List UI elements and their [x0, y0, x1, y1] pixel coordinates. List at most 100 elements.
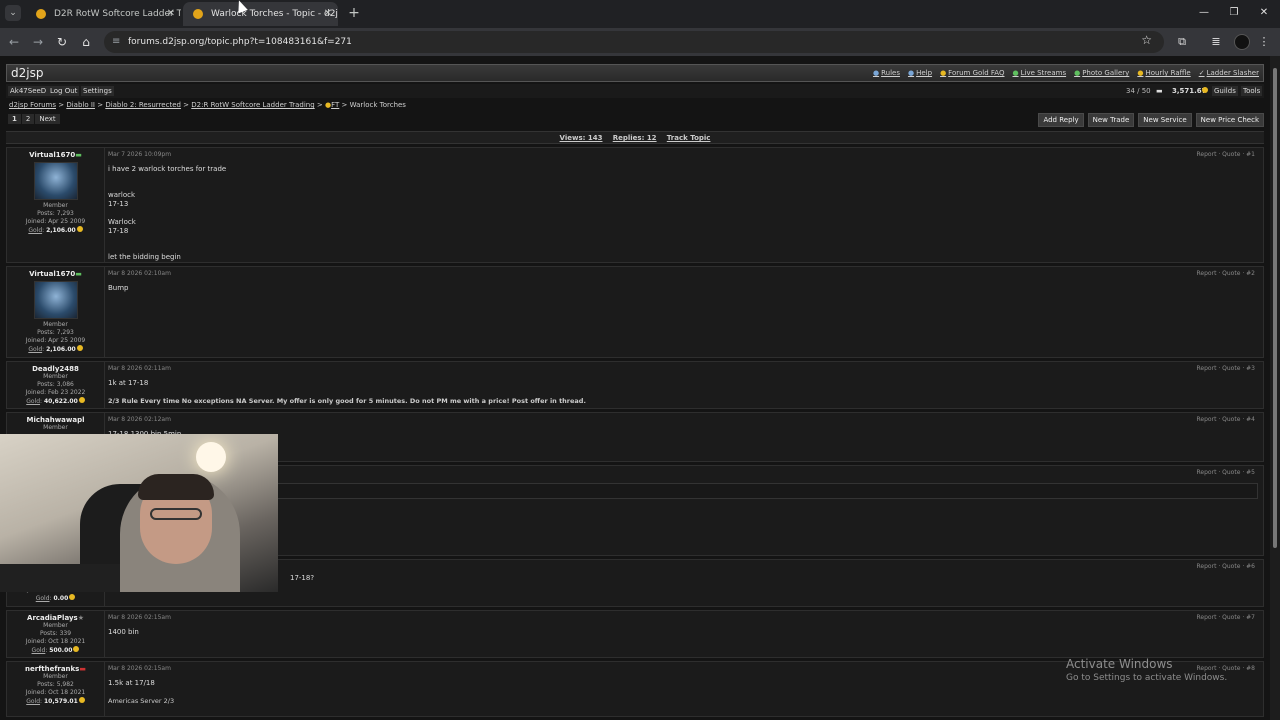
new-price-check-button[interactable]: New Price Check	[1195, 113, 1264, 127]
glasses	[150, 508, 202, 520]
username[interactable]: Deadly2488	[7, 365, 104, 373]
tools-link[interactable]: Tools	[1241, 86, 1263, 96]
menu-icon[interactable]: ⋮	[1256, 34, 1272, 50]
post-number[interactable]: #3	[1246, 365, 1255, 372]
gold-label[interactable]: Gold	[32, 647, 46, 654]
new-trade-button[interactable]: New Trade	[1087, 113, 1135, 127]
tab-warlock-torches[interactable]: Warlock Torches - Topic - d2jsp ✕	[183, 2, 338, 26]
post-date: Mar 8 2026 02:12am	[108, 416, 171, 423]
quote-link[interactable]: Quote	[1222, 270, 1240, 277]
scrollbar-thumb[interactable]	[1273, 68, 1277, 548]
user-panel: nerfthefranks▬ Member Posts: 5,982 Joine…	[7, 662, 105, 716]
post-controls: Report · Quote · #3	[1196, 365, 1255, 372]
streamer-headset	[138, 474, 214, 500]
photo-gallery-link[interactable]: ● Photo Gallery	[1074, 69, 1129, 77]
ladder-slasher-link[interactable]: ✓ Ladder Slasher	[1199, 69, 1259, 77]
breadcrumb-ft[interactable]: FT	[331, 101, 339, 109]
report-link[interactable]: Report	[1197, 614, 1217, 621]
reload-icon[interactable]: ↻	[54, 34, 70, 50]
username-link[interactable]: Ak47SeeD	[8, 86, 49, 96]
close-tab-icon[interactable]: ✕	[324, 2, 332, 26]
post-number[interactable]: #8	[1246, 665, 1255, 672]
username[interactable]: ArcadiaPlays★	[7, 614, 104, 622]
post-number[interactable]: #1	[1246, 151, 1255, 158]
gold-coin-icon	[1201, 87, 1208, 95]
watermark-title: Activate Windows	[1066, 657, 1173, 671]
member-badge-icon: ▬	[79, 665, 86, 673]
username[interactable]: Virtual1670▬	[7, 270, 104, 278]
forward-icon[interactable]: →	[30, 34, 46, 50]
pm-count[interactable]: 34 / 50	[1126, 87, 1151, 95]
back-icon[interactable]: ←	[6, 34, 22, 50]
gold-label[interactable]: Gold	[26, 698, 40, 705]
new-service-button[interactable]: New Service	[1138, 113, 1192, 127]
report-link[interactable]: Report	[1197, 151, 1217, 158]
user-bar: Ak47SeeD Log Out Settings 34 / 50 ▬ 3,57…	[6, 84, 1264, 98]
close-window-button[interactable]: ✕	[1250, 5, 1278, 21]
help-link[interactable]: ● Help	[908, 69, 932, 77]
page-next[interactable]: Next	[35, 114, 60, 124]
rules-link[interactable]: ● Rules	[873, 69, 900, 77]
gold-label[interactable]: Gold	[36, 595, 50, 602]
user-gold: 2,106.00	[46, 227, 76, 234]
url-text[interactable]: forums.d2jsp.org/topic.php?t=108483161&f…	[128, 31, 352, 53]
post-number[interactable]: #7	[1246, 614, 1255, 621]
report-link[interactable]: Report	[1197, 270, 1217, 277]
home-icon[interactable]: ⌂	[78, 34, 94, 50]
guilds-link[interactable]: Guilds	[1212, 86, 1238, 96]
logout-link[interactable]: Log Out	[48, 86, 80, 96]
breadcrumb-trading[interactable]: D2:R RotW Softcore Ladder Trading	[191, 101, 314, 109]
quote-link[interactable]: Quote	[1222, 563, 1240, 570]
page-scrollbar[interactable]	[1270, 56, 1280, 720]
username[interactable]: nerfthefranks▬	[7, 665, 104, 673]
quote-link[interactable]: Quote	[1222, 614, 1240, 621]
address-bar[interactable]: ≡ forums.d2jsp.org/topic.php?t=108483161…	[104, 31, 1164, 53]
mail-icon[interactable]: ▬	[1156, 87, 1163, 95]
site-logo[interactable]: d2jsp	[11, 66, 43, 80]
report-link[interactable]: Report	[1197, 563, 1217, 570]
breadcrumb-d2r[interactable]: Diablo 2: Resurrected	[105, 101, 181, 109]
quote-link[interactable]: Quote	[1222, 416, 1240, 423]
media-controls-icon[interactable]: ≣	[1208, 34, 1224, 50]
tab-trading[interactable]: D2R RotW Softcore Ladder Tra ✕	[26, 2, 181, 26]
minimize-button[interactable]: —	[1190, 5, 1218, 21]
settings-link[interactable]: Settings	[81, 86, 114, 96]
post-number[interactable]: #6	[1246, 563, 1255, 570]
maximize-button[interactable]: ❐	[1220, 5, 1248, 21]
close-tab-icon[interactable]: ✕	[167, 2, 175, 26]
track-topic-link[interactable]: Track Topic	[667, 134, 711, 142]
page-1[interactable]: 1	[8, 114, 21, 124]
site-header: d2jsp ● Rules ● Help ● Forum Gold FAQ ● Live…	[6, 64, 1264, 82]
bookmark-star-icon[interactable]: ☆	[1141, 33, 1152, 47]
new-tab-button[interactable]: +	[346, 4, 362, 22]
post-number[interactable]: #4	[1246, 416, 1255, 423]
breadcrumb-diablo2[interactable]: Diablo II	[66, 101, 95, 109]
report-link[interactable]: Report	[1197, 416, 1217, 423]
post-number[interactable]: #2	[1246, 270, 1255, 277]
profile-avatar[interactable]	[1234, 34, 1250, 50]
breadcrumb-forums[interactable]: d2jsp Forums	[9, 101, 56, 109]
quote-link[interactable]: Quote	[1222, 365, 1240, 372]
report-link[interactable]: Report	[1197, 365, 1217, 372]
forum-gold-faq-link[interactable]: ● Forum Gold FAQ	[940, 69, 1004, 77]
hourly-raffle-link[interactable]: ● Hourly Raffle	[1137, 69, 1190, 77]
username[interactable]: Virtual1670▬	[7, 151, 104, 159]
gold-label[interactable]: Gold	[26, 398, 40, 405]
tab-list-button[interactable]: ⌄	[5, 5, 21, 21]
post-controls: Report · Quote · #5	[1196, 469, 1255, 476]
gold-label[interactable]: Gold	[28, 346, 42, 353]
live-streams-link[interactable]: ● Live Streams	[1012, 69, 1066, 77]
gold-label[interactable]: Gold	[28, 227, 42, 234]
site-info-icon[interactable]: ≡	[112, 35, 126, 49]
extensions-icon[interactable]: ⧉	[1174, 34, 1190, 50]
member-badge-icon: ▬	[75, 270, 82, 278]
quote-box	[108, 483, 1258, 499]
quote-link[interactable]: Quote	[1222, 469, 1240, 476]
pagination: 1 2 Next	[8, 114, 60, 124]
report-link[interactable]: Report	[1197, 469, 1217, 476]
page-2[interactable]: 2	[21, 114, 35, 124]
post-number[interactable]: #5	[1246, 469, 1255, 476]
quote-link[interactable]: Quote	[1222, 151, 1240, 158]
add-reply-button[interactable]: Add Reply	[1038, 113, 1084, 127]
username[interactable]: Michahwawapl	[7, 416, 104, 424]
